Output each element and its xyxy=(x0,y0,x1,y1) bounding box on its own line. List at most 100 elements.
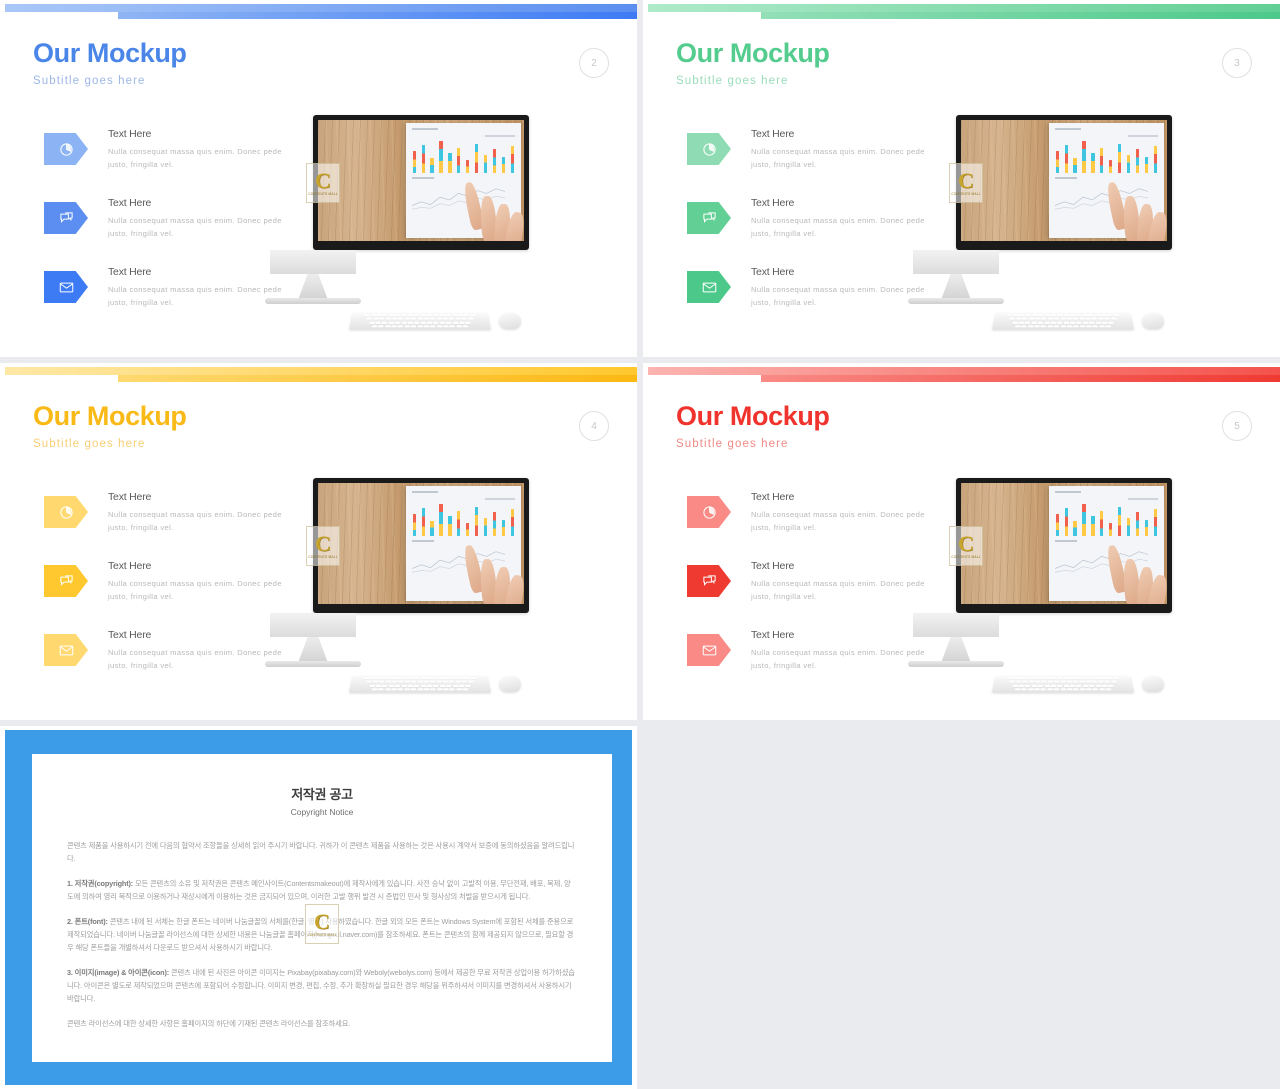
page-title: Our Mockup xyxy=(676,38,830,68)
top-accent-bar-upper xyxy=(648,4,1280,12)
chart-document xyxy=(405,123,524,241)
copyright-blue-border: 저작권 공고 Copyright Notice 콘텐츠 제품을 사용하시기 전에… xyxy=(5,730,632,1085)
watermark-logo: C CONTENTS MALL xyxy=(949,163,983,203)
speech-bubble-icon xyxy=(44,565,88,597)
watermark-letter: C xyxy=(315,167,331,193)
slide-contact-sheet: Our Mockup Subtitle goes here 2 Text Her… xyxy=(0,0,1280,1089)
monitor-frame xyxy=(313,115,529,250)
speech-bubble-icon xyxy=(687,565,731,597)
watermark-logo: C CONTENTS MALL xyxy=(306,526,340,566)
page-title: Our Mockup xyxy=(33,401,187,431)
monitor-base xyxy=(265,661,361,667)
copyright-title: 저작권 공고 xyxy=(291,787,353,802)
copyright-intro: 콘텐츠 제품을 사용하시기 전에 다음의 협약서 조항들을 상세히 읽어 주시기… xyxy=(67,841,575,863)
hand-pointing xyxy=(461,174,524,241)
copyright-section: 1. 저작권(copyright): 모든 콘텐츠의 소유 및 저작권은 콘텐츠… xyxy=(67,877,577,903)
feature-desc: Nulla consequat massa quis enim. Donec p… xyxy=(751,285,925,307)
copyright-subtitle: Copyright Notice xyxy=(290,807,354,817)
monitor-screen xyxy=(961,120,1167,241)
monitor-neck xyxy=(913,250,999,274)
envelope-icon xyxy=(44,634,88,666)
hand-pointing xyxy=(1104,537,1167,604)
monitor-screen xyxy=(961,483,1167,604)
top-accent-bar-lower xyxy=(118,375,637,382)
envelope-icon xyxy=(687,271,731,303)
copyright-document: 저작권 공고 Copyright Notice 콘텐츠 제품을 사용하시기 전에… xyxy=(32,754,612,1062)
feature-item[interactable]: Text Here Nulla consequat massa quis eni… xyxy=(687,491,952,560)
feature-desc: Nulla consequat massa quis enim. Donec p… xyxy=(751,216,925,238)
pie-chart-icon xyxy=(44,496,88,528)
keyboard xyxy=(991,312,1135,330)
feature-title: Text Here xyxy=(108,197,152,209)
watermark-caption: CONTENTS MALL xyxy=(308,191,338,196)
feature-desc: Nulla consequat massa quis enim. Donec p… xyxy=(751,147,925,169)
top-accent-bar-upper xyxy=(648,367,1280,375)
page-number-badge: 4 xyxy=(579,411,609,441)
copyright-section: 3. 이미지(image) & 아이콘(icon): 콘텐츠 내에 된 사진은 … xyxy=(67,966,577,1005)
hand-pointing xyxy=(461,537,524,604)
feature-title: Text Here xyxy=(751,128,795,140)
feature-title: Text Here xyxy=(108,266,152,278)
monitor-neck xyxy=(270,613,356,637)
watermark-logo: C CONTENTS MALL xyxy=(306,163,340,203)
pie-chart-icon xyxy=(687,496,731,528)
monitor-neck xyxy=(913,613,999,637)
copyright-section-heading: 2. 폰트(font): xyxy=(67,917,108,926)
watermark-letter: C xyxy=(958,530,974,556)
mouse xyxy=(1142,313,1164,329)
slide-2: Our Mockup Subtitle goes here 2 Text Her… xyxy=(0,0,637,357)
keyboard xyxy=(348,312,492,330)
feature-title: Text Here xyxy=(751,266,795,278)
monitor-frame xyxy=(956,478,1172,613)
chart-document xyxy=(1048,486,1167,604)
envelope-icon xyxy=(687,634,731,666)
slide-copyright-notice: 저작권 공고 Copyright Notice 콘텐츠 제품을 사용하시기 전에… xyxy=(0,726,637,1089)
top-accent-bar-lower xyxy=(761,375,1280,382)
monitor-base xyxy=(265,298,361,304)
chart-document xyxy=(405,486,524,604)
pie-chart-icon xyxy=(44,133,88,165)
watermark-letter: C xyxy=(958,167,974,193)
feature-desc: Nulla consequat massa quis enim. Donec p… xyxy=(751,510,925,532)
page-number-badge: 5 xyxy=(1222,411,1252,441)
feature-desc: Nulla consequat massa quis enim. Donec p… xyxy=(108,285,282,307)
keyboard xyxy=(348,675,492,693)
feature-item[interactable]: Text Here Nulla consequat massa quis eni… xyxy=(44,128,309,197)
watermark-letter: C xyxy=(314,908,330,934)
mouse xyxy=(1142,676,1164,692)
page-title: Our Mockup xyxy=(33,38,187,68)
monitor-frame xyxy=(956,115,1172,250)
slide-5: Our Mockup Subtitle goes here 5 Text Her… xyxy=(643,363,1280,720)
copyright-footer: 콘텐츠 라이선스에 대한 상세한 사항은 홈페이지의 하단에 기재된 콘텐츠 라… xyxy=(67,1019,351,1028)
feature-item[interactable]: Text Here Nulla consequat massa quis eni… xyxy=(44,491,309,560)
top-accent-bar-upper xyxy=(5,4,637,12)
monitor-neck xyxy=(270,250,356,274)
hand-pointing xyxy=(1104,174,1167,241)
feature-desc: Nulla consequat massa quis enim. Donec p… xyxy=(108,579,282,601)
copyright-section-heading: 3. 이미지(image) & 아이콘(icon): xyxy=(67,968,170,977)
feature-item[interactable]: Text Here Nulla consequat massa quis eni… xyxy=(687,128,952,197)
page-subtitle: Subtitle goes here xyxy=(33,438,146,450)
monitor-screen xyxy=(318,120,524,241)
copyright-section-heading: 1. 저작권(copyright): xyxy=(67,879,134,888)
feature-title: Text Here xyxy=(108,128,152,140)
copyright-section-text: 모든 콘텐츠의 소유 및 저작권은 콘텐츠 메인사이트(Contentsmake… xyxy=(67,879,571,901)
envelope-icon xyxy=(44,271,88,303)
top-accent-bar-lower xyxy=(118,12,637,19)
monitor-base xyxy=(908,661,1004,667)
feature-desc: Nulla consequat massa quis enim. Donec p… xyxy=(108,648,282,670)
speech-bubble-icon xyxy=(687,202,731,234)
feature-title: Text Here xyxy=(108,560,152,572)
top-accent-bar-upper xyxy=(5,367,637,375)
feature-title: Text Here xyxy=(108,629,152,641)
feature-desc: Nulla consequat massa quis enim. Donec p… xyxy=(108,510,282,532)
slide-3: Our Mockup Subtitle goes here 3 Text Her… xyxy=(643,0,1280,357)
chart-document xyxy=(1048,123,1167,241)
feature-desc: Nulla consequat massa quis enim. Donec p… xyxy=(751,648,925,670)
feature-title: Text Here xyxy=(108,491,152,503)
feature-desc: Nulla consequat massa quis enim. Donec p… xyxy=(108,216,282,238)
top-accent-bar-lower xyxy=(761,12,1280,19)
pie-chart-icon xyxy=(687,133,731,165)
mouse xyxy=(499,676,521,692)
feature-desc: Nulla consequat massa quis enim. Donec p… xyxy=(751,579,925,601)
